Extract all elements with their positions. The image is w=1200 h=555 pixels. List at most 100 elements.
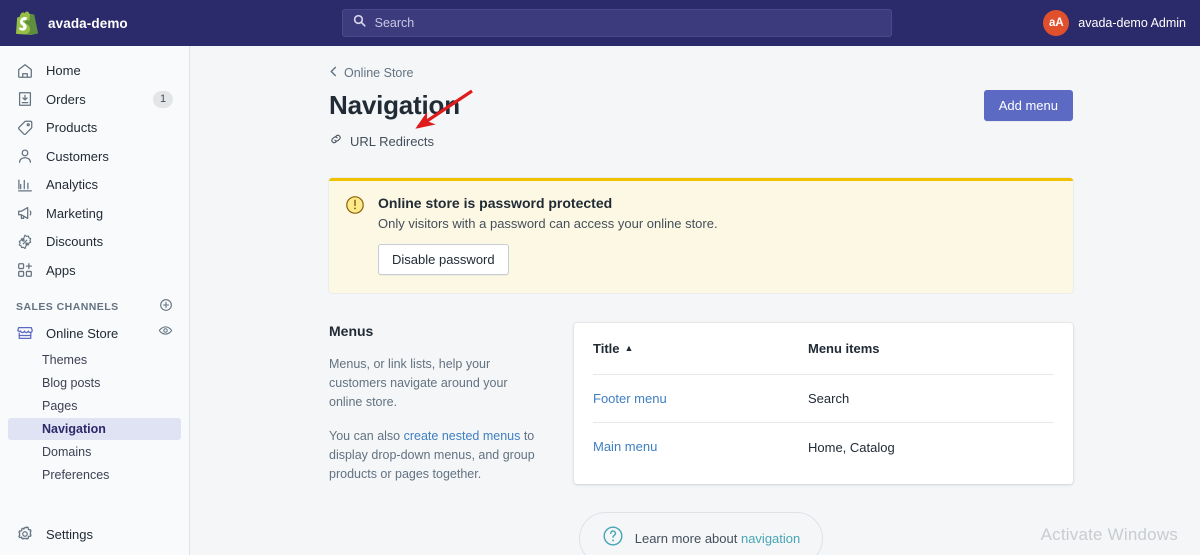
sidebar-item-label: Preferences bbox=[42, 467, 110, 482]
avatar: aA bbox=[1043, 10, 1070, 36]
search-icon bbox=[353, 14, 366, 32]
menu-title-link[interactable]: Main menu bbox=[593, 439, 657, 454]
sidebar-item-label: Settings bbox=[46, 526, 93, 542]
column-header-menu-items-label: Menu items bbox=[808, 341, 880, 356]
account-name: avada-demo Admin bbox=[1078, 16, 1186, 30]
sidebar-item-label: Customers bbox=[46, 148, 109, 164]
shopify-bag-icon bbox=[16, 11, 38, 35]
eye-icon[interactable] bbox=[158, 323, 173, 343]
sidebar-item-label: Orders bbox=[46, 91, 86, 107]
sidebar-item-label: Marketing bbox=[46, 205, 104, 221]
sidebar-primary-nav: Home Orders 1 Products Customers Analyti… bbox=[0, 46, 189, 284]
sidebar-item-navigation[interactable]: Navigation bbox=[8, 417, 181, 440]
url-redirects-label: URL Redirects bbox=[350, 134, 435, 149]
breadcrumb-label: Online Store bbox=[344, 66, 414, 80]
link-icon bbox=[329, 132, 343, 151]
search-input[interactable]: Search bbox=[341, 9, 892, 37]
banner-title: Online store is password protected bbox=[378, 195, 613, 211]
alert-circle-icon bbox=[345, 195, 365, 275]
table-cell-menu-items: Home, Catalog bbox=[808, 439, 895, 455]
sidebar-item-settings[interactable]: Settings bbox=[0, 519, 190, 549]
products-icon bbox=[16, 119, 34, 137]
store-name: avada-demo bbox=[48, 15, 128, 31]
sidebar-item-label: Analytics bbox=[46, 177, 99, 192]
top-bar: avada-demo Search aA avada-demo Admin bbox=[0, 0, 1200, 46]
sidebar-item-themes[interactable]: Themes bbox=[8, 349, 181, 371]
sales-channels-header: SALES CHANNELS bbox=[16, 298, 173, 317]
table-cell-title: Main menu bbox=[593, 438, 808, 456]
plus-circle-icon[interactable] bbox=[159, 298, 173, 317]
disable-password-button[interactable]: Disable password bbox=[378, 244, 509, 275]
brand-logo[interactable]: avada-demo bbox=[0, 0, 190, 46]
sidebar-item-label: Navigation bbox=[42, 421, 106, 436]
page-header-left: Navigation URL Redirects bbox=[329, 90, 460, 151]
navigation-link[interactable]: navigation bbox=[741, 531, 800, 546]
activate-windows-watermark: Activate Windows bbox=[1040, 525, 1178, 544]
sidebar-item-analytics[interactable]: Analytics bbox=[8, 171, 181, 198]
sidebar-item-apps[interactable]: Apps bbox=[8, 257, 181, 284]
storefront-icon bbox=[16, 324, 34, 342]
status-badge: 1 bbox=[153, 90, 173, 108]
column-header-title-label: Title bbox=[593, 341, 620, 356]
table-row[interactable]: Main menu Home, Catalog bbox=[593, 423, 1054, 471]
sidebar-item-label: Blog posts bbox=[42, 375, 101, 390]
sidebar-item-domains[interactable]: Domains bbox=[8, 441, 181, 463]
menus-heading: Menus bbox=[329, 323, 374, 339]
password-protected-banner: Online store is password protected Only … bbox=[329, 178, 1073, 293]
question-circle-icon bbox=[602, 525, 624, 552]
learn-more-prefix: Learn more about bbox=[634, 530, 741, 546]
column-header-title[interactable]: Title ▲ bbox=[593, 341, 808, 356]
sidebar-item-pages[interactable]: Pages bbox=[8, 395, 181, 417]
menus-paragraph-1: Menus, or link lists, help your customer… bbox=[329, 357, 508, 409]
breadcrumb[interactable]: Online Store bbox=[329, 64, 413, 82]
sidebar: Home Orders 1 Products Customers Analyti… bbox=[0, 46, 190, 555]
main-content: Online Store Navigation URL Redirects Ad… bbox=[190, 46, 1200, 555]
sidebar-item-products[interactable]: Products bbox=[8, 114, 181, 141]
customers-icon bbox=[16, 147, 34, 165]
table-cell-title: Footer menu bbox=[593, 390, 808, 408]
menus-content: Menus Menus, or link lists, help your cu… bbox=[329, 323, 1073, 484]
sidebar-item-label: Domains bbox=[42, 444, 92, 459]
table-row[interactable]: Footer menu Search bbox=[593, 375, 1054, 423]
url-redirects-link[interactable]: URL Redirects bbox=[329, 132, 434, 151]
menus-description: Menus Menus, or link lists, help your cu… bbox=[329, 323, 536, 484]
account-menu[interactable]: aA avada-demo Admin bbox=[1043, 10, 1200, 36]
learn-more-text: Learn more about navigation bbox=[635, 531, 801, 546]
column-header-menu-items: Menu items bbox=[808, 341, 880, 356]
menus-paragraph-2-before: You can also bbox=[329, 429, 404, 444]
sales-channels-title: SALES CHANNELS bbox=[16, 301, 119, 313]
analytics-icon bbox=[16, 176, 34, 194]
search-area: Search bbox=[190, 9, 1043, 37]
sidebar-item-online-store[interactable]: Online Store bbox=[8, 320, 181, 347]
sidebar-item-home[interactable]: Home bbox=[8, 57, 181, 84]
sidebar-item-orders[interactable]: Orders 1 bbox=[8, 86, 181, 113]
create-nested-menus-link[interactable]: create nested menus bbox=[404, 429, 521, 443]
menus-paragraph-2: You can also create nested menus to disp… bbox=[329, 427, 536, 483]
search-placeholder: Search bbox=[374, 16, 415, 30]
help-footer: Learn more about navigation bbox=[329, 511, 1073, 555]
page-title: Navigation bbox=[329, 90, 460, 120]
add-menu-button[interactable]: Add menu bbox=[983, 90, 1073, 121]
gear-icon bbox=[16, 525, 34, 543]
learn-more-pill[interactable]: Learn more about navigation bbox=[578, 511, 824, 555]
sidebar-item-preferences[interactable]: Preferences bbox=[8, 464, 181, 486]
table-header-row: Title ▲ Menu items bbox=[593, 323, 1054, 375]
sidebar-item-marketing[interactable]: Marketing bbox=[8, 200, 181, 227]
page-header: Navigation URL Redirects Add menu bbox=[329, 90, 1073, 151]
menus-table-card: Title ▲ Menu items Footer menu Search Ma… bbox=[574, 323, 1073, 484]
sidebar-item-discounts[interactable]: Discounts bbox=[8, 228, 181, 255]
online-store-subnav: Themes Blog posts Pages Navigation Domai… bbox=[0, 349, 189, 486]
menu-title-link[interactable]: Footer menu bbox=[593, 391, 667, 406]
table-cell-menu-items: Search bbox=[808, 391, 850, 406]
sidebar-item-label: Discounts bbox=[46, 234, 104, 249]
sidebar-item-blog-posts[interactable]: Blog posts bbox=[8, 372, 181, 394]
apps-icon bbox=[16, 261, 34, 279]
sidebar-item-label: Pages bbox=[42, 398, 78, 413]
marketing-icon bbox=[16, 204, 34, 222]
sidebar-item-label: Themes bbox=[42, 352, 88, 367]
banner-text: Only visitors with a password can access… bbox=[378, 216, 718, 231]
chevron-left-icon bbox=[329, 64, 338, 82]
sort-ascending-icon: ▲ bbox=[624, 343, 634, 353]
sidebar-item-customers[interactable]: Customers bbox=[8, 143, 181, 170]
banner-body: Online store is password protected Only … bbox=[378, 195, 718, 275]
